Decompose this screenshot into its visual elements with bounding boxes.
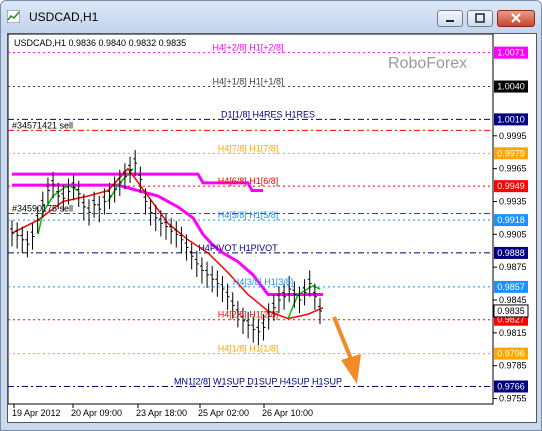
y-tick-label: 0.9785 <box>499 361 527 371</box>
y-tick-label: 0.9815 <box>499 328 527 338</box>
restore-icon <box>475 13 485 23</box>
price-badge-text: 1.0010 <box>497 114 525 124</box>
price-badge: 0.9979 <box>494 147 528 160</box>
y-tick-label: 0.9755 <box>499 394 527 404</box>
price-badge-text: 0.9766 <box>497 381 525 391</box>
level-label: MN1[2/8] W1SUP D1SUP H4SUP H1SUP <box>174 376 342 386</box>
level-label: H4[+2/8] H1[+2/8] <box>212 43 283 53</box>
close-button[interactable] <box>497 10 535 27</box>
minimize-button[interactable] <box>437 10 463 27</box>
level-label: H4[6/8] H1[6/8] <box>218 176 279 186</box>
price-badge-text: 0.9949 <box>497 181 525 191</box>
close-icon <box>511 13 521 23</box>
x-tick-label: 20 Apr 09:00 <box>71 408 122 418</box>
x-tick-label: 25 Apr 02:00 <box>198 408 249 418</box>
price-badge-text: 0.9857 <box>497 282 525 292</box>
price-badge: 0.9857 <box>494 280 528 293</box>
price-badge-text: 1.0071 <box>497 48 525 58</box>
price-badge: 0.9796 <box>494 347 528 360</box>
order-label: #34590175 sell <box>12 204 73 214</box>
price-badge: 1.0010 <box>494 113 528 126</box>
watermark: RoboForex <box>388 55 467 72</box>
level-label: H4PIVOT H1PIVOT <box>198 243 278 253</box>
price-badges: 1.0071 1.0040 1.0010 0.9979 0.9949 0.9918 0.98… <box>493 46 529 393</box>
window-title: USDCAD,H1 <box>29 10 99 24</box>
price-badge-text: 0.9888 <box>497 248 525 258</box>
level-label: H4[1/8] H1[1/8] <box>218 344 279 354</box>
price-badge-text: 0.9918 <box>497 215 525 225</box>
price-badge: 1.0071 <box>494 46 528 59</box>
y-tick-label: 0.9875 <box>499 262 527 272</box>
level-label: H4[5/8] H1[5/8] <box>218 210 279 220</box>
level-label: H4[7/8] H1[7/8] <box>218 143 279 153</box>
y-tick-label: 0.9905 <box>499 229 527 239</box>
y-axis-ticks: 0.99950.99650.99350.99050.98750.98450.98… <box>493 131 527 404</box>
level-label: H4[+1/8] H1[+1/8] <box>212 77 283 87</box>
chart-canvas: 0.99950.99650.99350.99050.98750.98450.98… <box>7 33 529 418</box>
price-chart[interactable]: 0.9995 0.9965 0.9935 0.9905 0.9875 0.9845 0.98… <box>7 33 537 423</box>
price-badge: 0.9918 <box>494 214 528 227</box>
order-label: #34571421 sell <box>12 120 73 130</box>
y-tick-label: 0.9845 <box>499 295 527 305</box>
price-badge-text: 0.9796 <box>497 349 525 359</box>
current-price-text: 0.9835 <box>497 306 525 316</box>
x-axis-ticks: 19 Apr 2012 20 Apr 09:00 23 Apr 18:00 25 Ap… <box>12 404 313 418</box>
level-label: D1[1/8] H4RES H1RES <box>221 109 315 119</box>
restore-button[interactable] <box>467 10 493 27</box>
x-tick-label: 19 Apr 2012 <box>12 408 61 418</box>
level-label: H4[3/8] H1[3/8] <box>233 277 294 287</box>
level-label: H4[2/8] H1[2/8] <box>218 310 279 320</box>
x-tick-label: 23 Apr 18:00 <box>136 408 187 418</box>
x-tick-label: 26 Apr 10:00 <box>262 408 313 418</box>
price-badge-text: 1.0040 <box>497 82 525 92</box>
current-price-badge: 0.9835 <box>493 304 529 318</box>
y-tick-label: 0.9995 <box>499 131 527 141</box>
terminal-window: USDCAD,H1 0.9995 0.9965 0.9935 0.9905 0.9875… <box>0 0 542 431</box>
y-tick-label: 0.9935 <box>499 196 527 206</box>
minimize-icon <box>446 20 454 22</box>
price-badge: 0.9766 <box>494 380 528 393</box>
price-badge-text: 0.9979 <box>497 148 525 158</box>
price-badge: 0.9949 <box>494 180 528 193</box>
price-badge: 0.9888 <box>494 246 528 259</box>
y-tick-label: 0.9965 <box>499 164 527 174</box>
price-badge: 1.0040 <box>494 80 528 93</box>
title-bar[interactable]: USDCAD,H1 <box>1 1 541 33</box>
chart-info: USDCAD,H1 0.9836 0.9840 0.9832 0.9835 <box>14 38 186 48</box>
chart-app-icon <box>7 10 20 23</box>
